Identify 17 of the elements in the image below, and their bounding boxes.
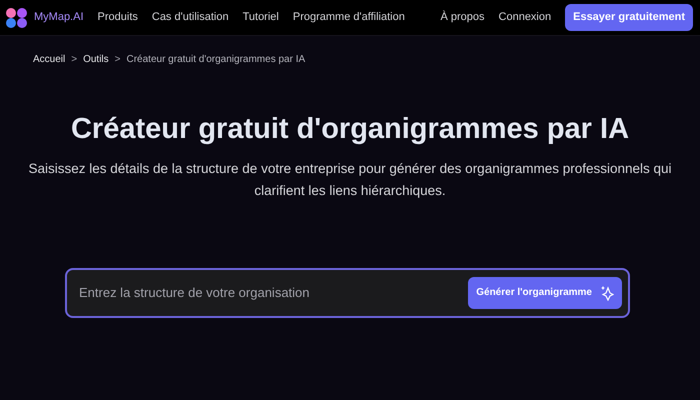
breadcrumb-link[interactable]: Accueil	[33, 52, 66, 67]
nav-link[interactable]: Tutoriel	[242, 9, 279, 26]
try-free-button[interactable]: Essayer gratuitement	[565, 4, 693, 31]
breadcrumb-link[interactable]: Outils	[83, 52, 109, 67]
nav-link[interactable]: Cas d'utilisation	[152, 9, 229, 26]
brand-name[interactable]: MyMap.AI	[34, 9, 84, 26]
page-subtitle: Saisissez les détails de la structure de votre entreprise pour générer des organigrammes professionnels qui clarifient les liens hiérarchiques.	[27, 160, 673, 200]
nav-link[interactable]: Connexion	[498, 9, 552, 26]
breadcrumb-separator: >	[71, 53, 78, 67]
breadcrumb-current: Créateur gratuit d'organigrammes par IA	[126, 53, 306, 67]
breadcrumb-separator: >	[114, 53, 120, 67]
structure-input-field[interactable]: Entrez la structure de votre organisation Générer l'organigramme	[65, 268, 630, 318]
nav-link[interactable]: Produits	[98, 9, 138, 26]
generate-button[interactable]: Générer l'organigramme	[468, 276, 622, 308]
page-title: Créateur gratuit d'organigrammes par IA	[70, 112, 630, 147]
nav-link[interactable]: Programme d'affiliation	[292, 9, 405, 26]
nav-link[interactable]: À propos	[440, 9, 485, 26]
